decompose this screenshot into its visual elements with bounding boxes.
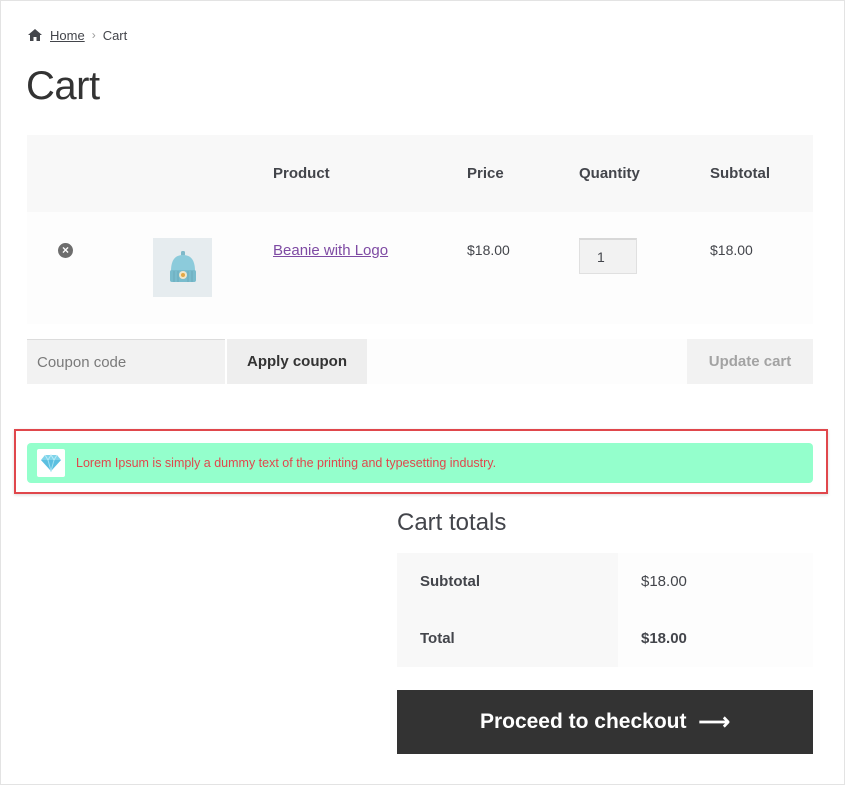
coupon-code-input[interactable] (27, 339, 225, 384)
apply-coupon-button[interactable]: Apply coupon (227, 339, 367, 384)
breadcrumb: Home › Cart (27, 26, 127, 44)
arrow-right-icon: ⟶ (698, 709, 731, 734)
breadcrumb-current: Cart (102, 27, 128, 43)
cart-table-header: Product Price Quantity Subtotal (27, 135, 813, 212)
totals-row-subtotal: Subtotal $18.00 (397, 553, 813, 610)
header-quantity: Quantity (579, 165, 640, 182)
notice-banner: Lorem Ipsum is simply a dummy text of th… (27, 443, 813, 483)
proceed-to-checkout-button[interactable]: Proceed to checkout ⟶ (397, 690, 813, 754)
cart-totals-title: Cart totals (397, 509, 507, 536)
coupon-row-spacer (367, 339, 687, 384)
checkout-label: Proceed to checkout (479, 710, 687, 733)
gem-icon (41, 454, 61, 472)
cart-totals-table: Subtotal $18.00 Total $18.00 (397, 553, 813, 667)
totals-total-value: $18.00 (618, 610, 813, 667)
breadcrumb-home-link[interactable]: Home (50, 28, 85, 43)
remove-item-icon[interactable]: × (58, 243, 73, 258)
product-thumbnail[interactable] (153, 238, 212, 297)
breadcrumb-separator: › (91, 28, 96, 42)
home-icon (28, 29, 42, 41)
totals-subtotal-value: $18.00 (618, 553, 813, 610)
header-price: Price (467, 165, 504, 182)
beanie-image (169, 250, 196, 282)
update-cart-button[interactable]: Update cart (687, 339, 813, 384)
header-product: Product (273, 165, 330, 182)
item-subtotal: $18.00 (710, 242, 753, 258)
totals-subtotal-label: Subtotal (397, 553, 618, 610)
totals-row-total: Total $18.00 (397, 610, 813, 667)
header-subtotal: Subtotal (710, 165, 770, 182)
page-title: Cart (26, 64, 100, 108)
product-name-link[interactable]: Beanie with Logo (273, 242, 388, 259)
gem-icon-box (37, 449, 65, 477)
page-frame (0, 0, 845, 785)
table-row: × Beanie with Logo $18.00 $18.00 (27, 212, 813, 324)
totals-total-label: Total (397, 610, 618, 667)
item-price: $18.00 (467, 242, 510, 258)
cart-table: Product Price Quantity Subtotal × Beanie… (27, 135, 813, 324)
quantity-input[interactable] (579, 238, 637, 274)
notice-message: Lorem Ipsum is simply a dummy text of th… (76, 456, 497, 470)
